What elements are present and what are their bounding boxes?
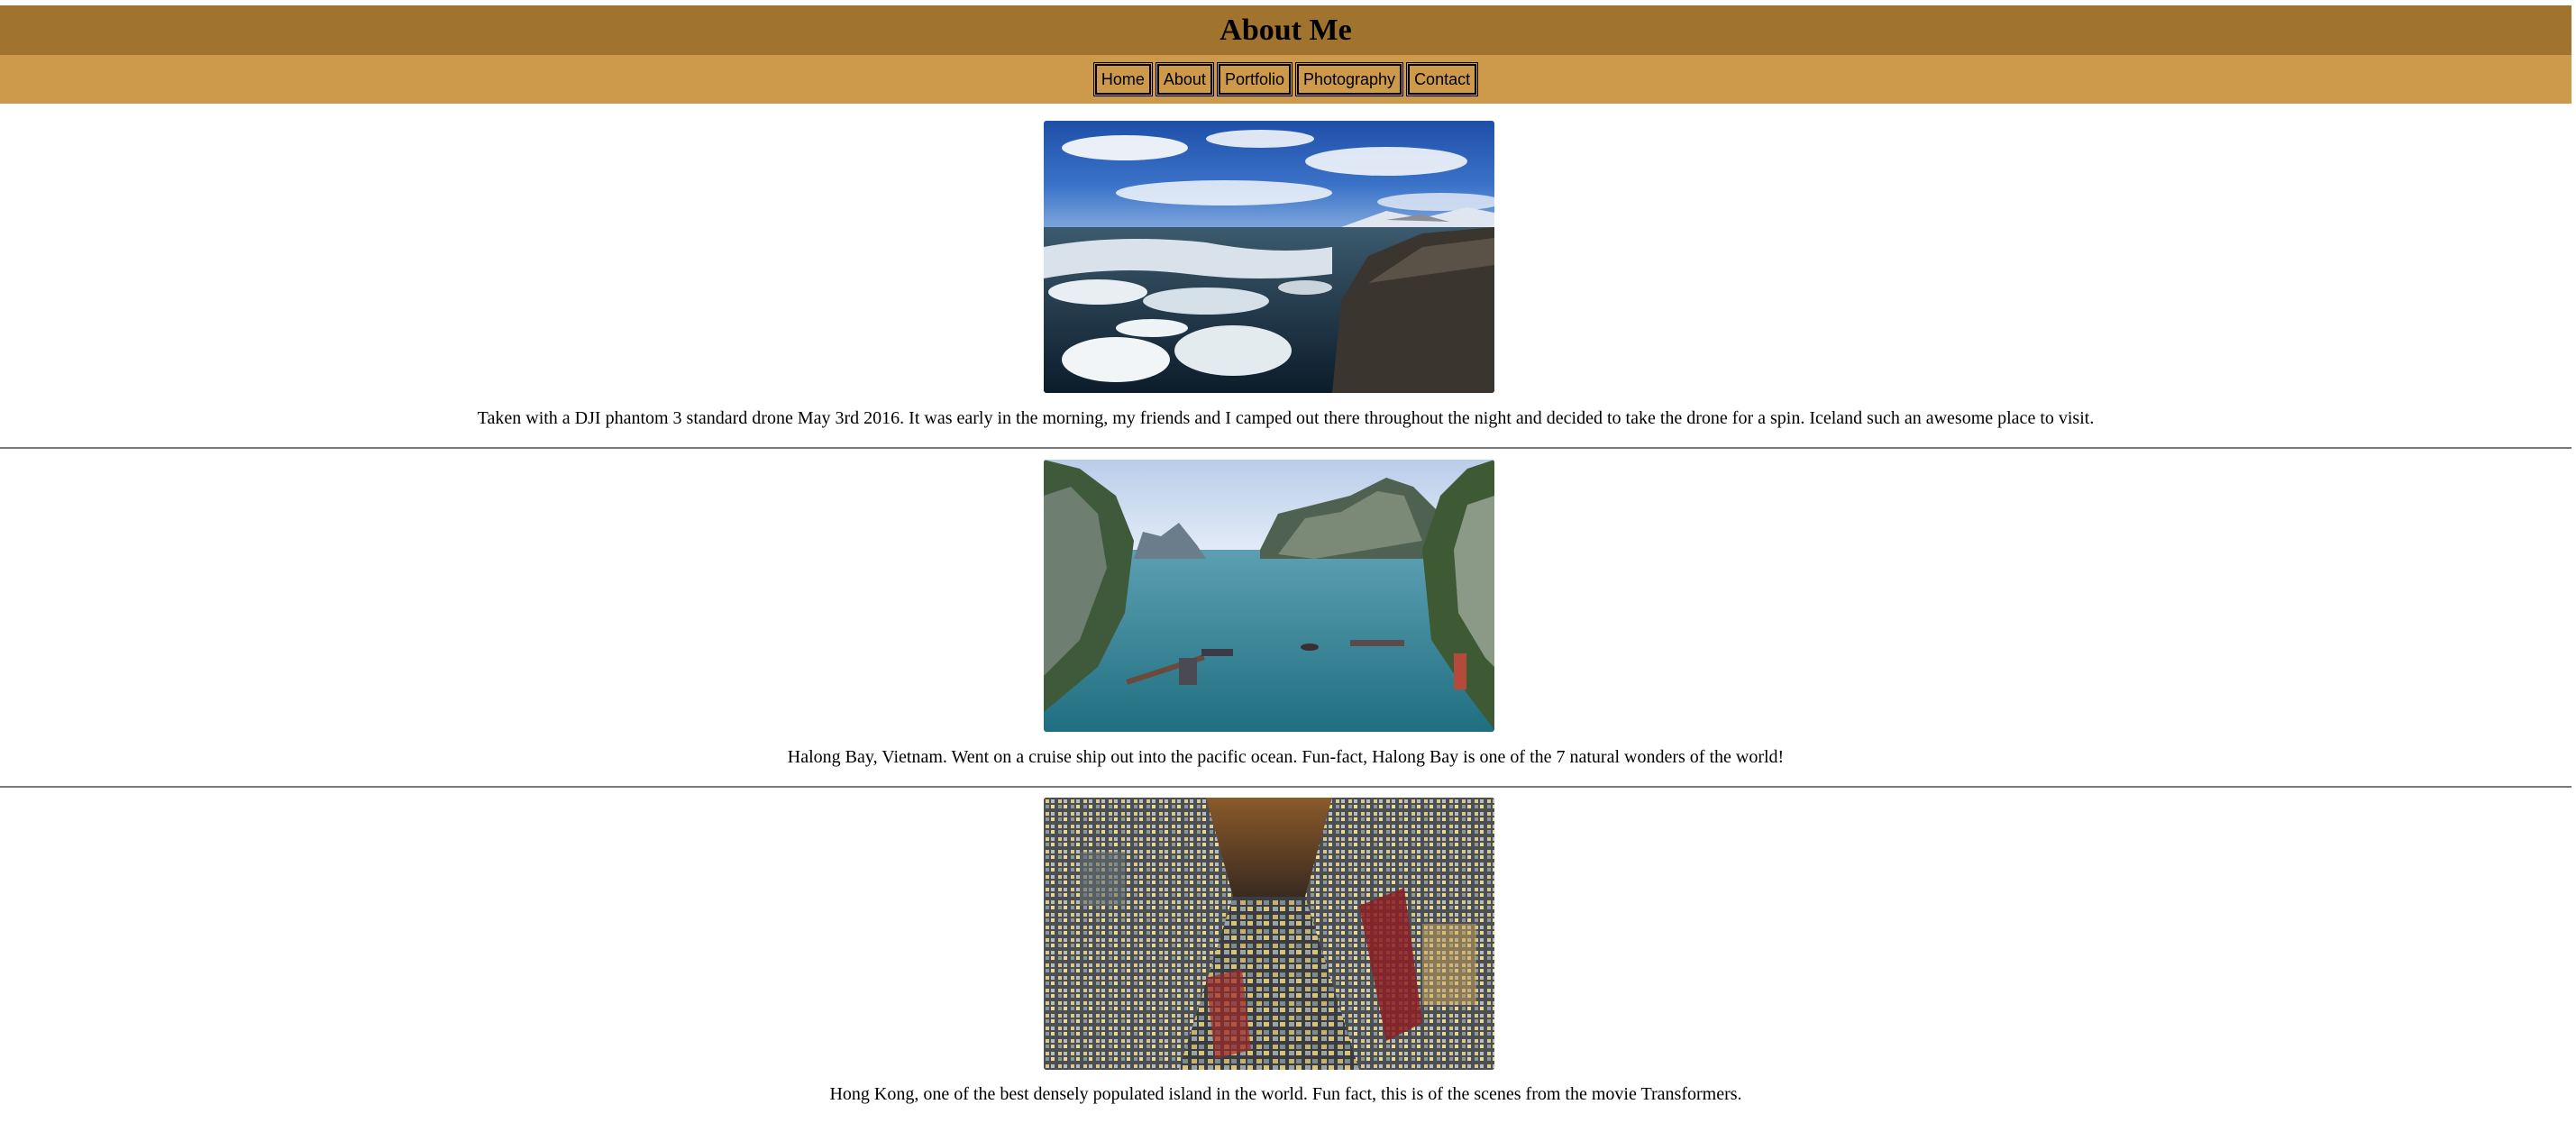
hong-kong-photo bbox=[1044, 798, 1494, 1070]
nav-about-button[interactable]: About bbox=[1155, 62, 1214, 96]
page: About Me Home About Portfolio Photograph… bbox=[0, 5, 2571, 104]
section-divider bbox=[0, 447, 2571, 449]
iceland-caption: Taken with a DJI phantom 3 standard dron… bbox=[477, 408, 2095, 428]
hong-kong-caption: Hong Kong, one of the best densely popul… bbox=[829, 1084, 1742, 1104]
nav-home-button[interactable]: Home bbox=[1092, 62, 1153, 96]
iceland-photo bbox=[1044, 121, 1494, 393]
page-title: About Me bbox=[1219, 13, 1352, 47]
nav-portfolio-button[interactable]: Portfolio bbox=[1216, 62, 1293, 96]
halong-bay-caption: Halong Bay, Vietnam. Went on a cruise sh… bbox=[787, 747, 1785, 767]
halong-bay-photo bbox=[1044, 460, 1494, 732]
section-divider bbox=[0, 786, 2571, 788]
title-bar: About Me bbox=[0, 5, 2571, 55]
nav-contact-button[interactable]: Contact bbox=[1406, 62, 1479, 96]
nav-bar: Home About Portfolio Photography Contact bbox=[0, 55, 2571, 104]
nav-photography-button[interactable]: Photography bbox=[1294, 62, 1404, 96]
